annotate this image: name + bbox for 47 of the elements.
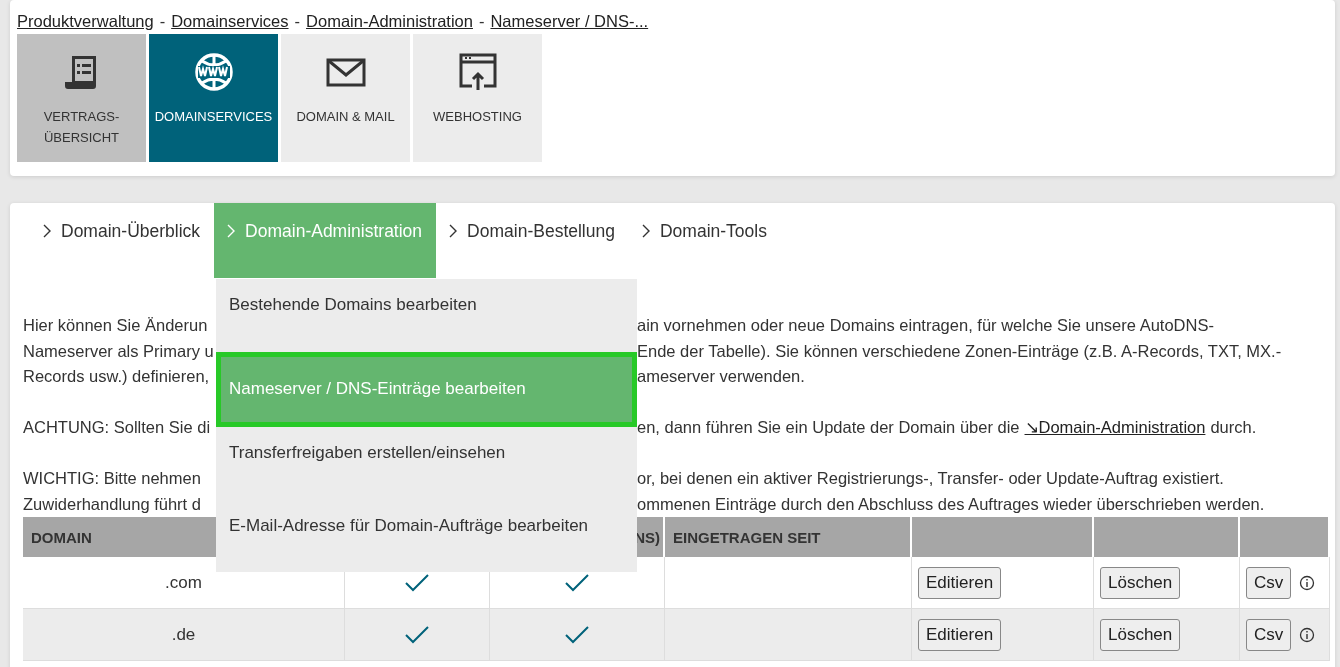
chevron-icon: [227, 224, 236, 238]
nav-tab[interactable]: Domain-Bestellung: [436, 203, 629, 278]
breadcrumb-separator: -: [294, 11, 301, 31]
table-button[interactable]: Editieren: [918, 566, 1002, 599]
paragraph-text: Ende der Tabelle). Sie können verschiedene Zonen-Einträge (z.B. A-Records, TXT, MX.-: [637, 340, 1282, 362]
paragraph-text: ain vornehmen oder neue Domains eintragen, für welche Sie unsere AutoDNS-: [637, 315, 1214, 336]
info-icon[interactable]: [1299, 574, 1316, 591]
domain-cell: .de: [171, 624, 196, 645]
menu-item[interactable]: Bestehende Domains bearbeiten: [216, 282, 637, 349]
text-link[interactable]: ↘Domain-Administration: [1024, 415, 1206, 441]
nav-tab[interactable]: Domain-Überblick: [30, 203, 215, 278]
breadcrumb-link[interactable]: Domainservices: [171, 11, 289, 31]
chevron-icon: [641, 224, 650, 238]
info-icon[interactable]: [1299, 626, 1316, 643]
nav-tile[interactable]: VERTRAGS- ÜBERSICHT: [17, 34, 146, 162]
paragraph-text: WICHTIG: Bitte nehmen: [23, 469, 201, 487]
paragraph-text: or, bei denen ein aktiver Registrierungs-, Transfer- oder Update-Auftrag existiert.: [637, 468, 1224, 489]
paragraph-text: en, dann führen Sie ein Update der Domain über die: [637, 417, 1020, 438]
paragraph-text: Zuwiderhandlung führt d: [23, 494, 201, 513]
domain-cell: .com: [165, 572, 202, 593]
table-button[interactable]: Löschen: [1100, 566, 1181, 599]
chevron-icon: [449, 224, 458, 238]
globe-icon: [193, 52, 234, 92]
table-button[interactable]: Csv: [1246, 618, 1292, 651]
breadcrumb-link[interactable]: Nameserver / DNS-...: [490, 11, 649, 31]
column-header: EINGETRAGEN SEIT: [665, 517, 912, 557]
paragraph-text: ommenen Einträge durch den Abschluss des Auftrages wieder überschrieben werden.: [637, 493, 1265, 515]
breadcrumb-separator: -: [159, 11, 166, 31]
chevron-icon: [43, 224, 51, 238]
paragraph-text: Nameserver als Primary u: [23, 341, 214, 360]
breadcrumb-link[interactable]: Produktverwaltung: [17, 11, 154, 31]
table-button[interactable]: Csv: [1246, 566, 1292, 599]
table-button[interactable]: Löschen: [1100, 618, 1181, 651]
paragraph-text: Hier können Sie Änderun: [23, 316, 208, 334]
upload-window-icon: [457, 52, 498, 92]
nav-tile[interactable]: DOMAINSERVICES: [149, 34, 278, 162]
nav-tile[interactable]: DOMAIN & MAIL: [281, 34, 410, 162]
paragraph-text: durch.: [1210, 417, 1257, 438]
nav-tile[interactable]: WEBHOSTING: [413, 34, 542, 162]
paragraph-text: ACHTUNG: Sollten Sie di: [23, 418, 211, 436]
menu-item[interactable]: Transferfreigaben erstellen/einsehen: [216, 429, 637, 497]
paragraph-text: Records usw.) definieren,: [23, 367, 210, 385]
nav-tab[interactable]: Domain-Tools: [628, 203, 781, 278]
table-button[interactable]: Editieren: [918, 618, 1002, 651]
paragraph-text: ameserver verwenden.: [637, 366, 805, 387]
breadcrumb-separator: -: [478, 11, 485, 31]
breadcrumb-link[interactable]: Domain-Administration: [306, 11, 473, 31]
